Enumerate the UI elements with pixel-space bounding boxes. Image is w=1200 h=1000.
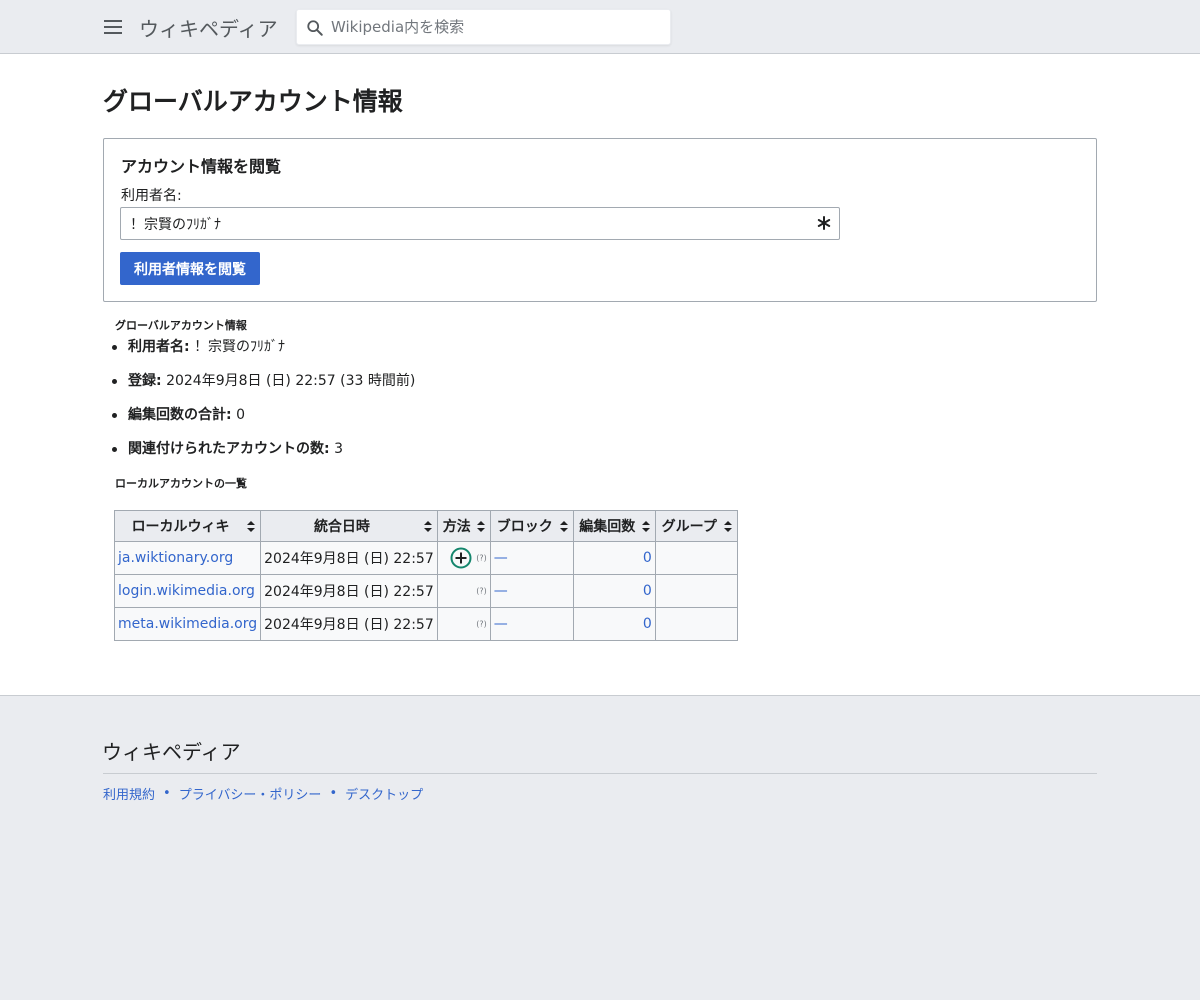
form-legend: アカウント情報を閲覧 (121, 157, 282, 176)
footer-divider (103, 773, 1097, 774)
global-info-heading: グローバルアカウント情報 (115, 319, 247, 332)
column-header-method[interactable]: 方法 (436, 510, 491, 542)
terms-of-use-link[interactable]: 利用規約 (103, 784, 155, 803)
column-header-wiki[interactable]: ローカルウィキ (113, 510, 262, 542)
sort-icon (641, 521, 650, 532)
search-icon (307, 20, 323, 36)
groups-cell (654, 574, 738, 608)
privacy-policy-link[interactable]: プライバシー・ポリシー (179, 784, 322, 803)
column-header-date[interactable]: 統合日時 (260, 510, 438, 542)
main-menu-button[interactable] (100, 14, 126, 40)
hamburger-icon (104, 26, 122, 28)
method-help-link[interactable]: (?) (476, 554, 487, 563)
block-status-link[interactable]: — (494, 550, 508, 566)
sort-icon (723, 521, 732, 532)
local-accounts-table: ローカルウィキ 統合日時 方法 ブロック 編集回数 グループ ja.wiktio… (113, 510, 738, 641)
footer: ウィキペディア 利用規約 • プライバシー・ポリシー • デスクトップ (0, 695, 1200, 1000)
desktop-view-link[interactable]: デスクトップ (345, 784, 423, 803)
method-cell: (?) (436, 574, 491, 608)
username-field[interactable] (120, 207, 840, 240)
footer-logo: ウィキペディア (102, 740, 241, 764)
wiki-link[interactable]: meta.wikimedia.org (118, 616, 257, 632)
footer-separator: • (329, 786, 338, 801)
sort-icon (423, 521, 432, 532)
block-status-link[interactable]: — (494, 583, 508, 599)
sort-icon (247, 521, 256, 532)
list-item: 編集回数の合計: 0 (111, 405, 415, 439)
list-item: 登録: 2024年9月8日 (日) 22:57 (33 時間前) (111, 371, 415, 405)
sort-icon (476, 521, 485, 532)
table-row: meta.wikimedia.org 2024年9月8日 (日) 22:57 (… (113, 607, 738, 641)
site-logo[interactable]: ウィキペディア (139, 13, 278, 42)
groups-cell (654, 607, 738, 641)
merge-date: 2024年9月8日 (日) 22:57 (260, 607, 438, 641)
view-user-info-button[interactable]: 利用者情報を閲覧 (120, 252, 260, 285)
created-method-icon (450, 547, 472, 569)
list-item: 利用者名: ！宗賢のﾌﾘｶﾞﾅ (111, 337, 415, 371)
method-cell: (?) (436, 607, 491, 641)
required-asterisk-icon (817, 216, 831, 230)
column-header-block[interactable]: ブロック (489, 510, 574, 542)
main-content: グローバルアカウント情報 アカウント情報を閲覧 利用者名: 利用者情報を閲覧 グ… (0, 54, 1200, 695)
hamburger-icon (104, 32, 122, 34)
footer-separator: • (163, 786, 171, 801)
search-input[interactable] (329, 10, 664, 44)
search-box[interactable] (296, 9, 671, 45)
header: ウィキペディア (0, 0, 1200, 54)
table-row: ja.wiktionary.org 2024年9月8日 (日) 22:57 (?… (113, 541, 738, 575)
method-help-link[interactable]: (?) (476, 587, 487, 596)
sort-icon (559, 521, 568, 532)
block-status-link[interactable]: — (494, 616, 508, 632)
edit-count-link[interactable]: 0 (643, 583, 652, 599)
page-title: グローバルアカウント情報 (103, 87, 403, 116)
wiki-link[interactable]: ja.wiktionary.org (118, 550, 233, 566)
account-lookup-form: アカウント情報を閲覧 利用者名: 利用者情報を閲覧 (103, 138, 1097, 302)
table-row: login.wikimedia.org 2024年9月8日 (日) 22:57 … (113, 574, 738, 608)
column-header-groups[interactable]: グループ (654, 510, 738, 542)
groups-cell (654, 541, 738, 575)
edit-count-link[interactable]: 0 (643, 550, 652, 566)
merge-date: 2024年9月8日 (日) 22:57 (260, 574, 438, 608)
footer-links: 利用規約 • プライバシー・ポリシー • デスクトップ (103, 784, 423, 803)
local-accounts-heading: ローカルアカウントの一覧 (115, 477, 247, 490)
username-input[interactable] (128, 208, 808, 239)
hamburger-icon (104, 20, 122, 22)
table-header-row: ローカルウィキ 統合日時 方法 ブロック 編集回数 グループ (113, 510, 738, 542)
edit-count-link[interactable]: 0 (643, 616, 652, 632)
method-cell: (?) (436, 541, 491, 575)
list-item: 関連付けられたアカウントの数: 3 (111, 439, 415, 473)
wiki-link[interactable]: login.wikimedia.org (118, 583, 255, 599)
global-info-list: 利用者名: ！宗賢のﾌﾘｶﾞﾅ 登録: 2024年9月8日 (日) 22:57 … (111, 337, 415, 473)
method-help-link[interactable]: (?) (476, 620, 487, 629)
merge-date: 2024年9月8日 (日) 22:57 (260, 541, 438, 575)
column-header-edits[interactable]: 編集回数 (572, 510, 656, 542)
username-label: 利用者名: (121, 188, 182, 204)
